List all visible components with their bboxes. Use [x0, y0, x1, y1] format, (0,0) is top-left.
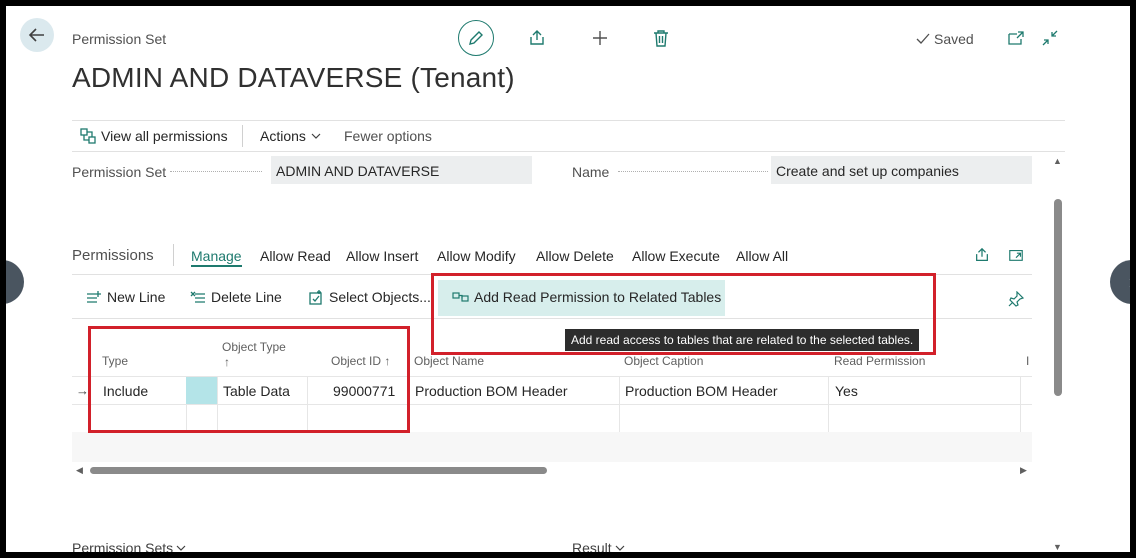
actions-label: Actions — [260, 128, 306, 144]
result-part[interactable]: Result — [572, 540, 625, 552]
select-objects-icon — [309, 290, 322, 305]
view-all-permissions-button[interactable]: View all permissions — [80, 128, 228, 144]
column-header-object-caption[interactable]: Object Caption — [624, 354, 703, 368]
delete-line-button[interactable]: Delete Line — [190, 289, 282, 305]
allow-read-button[interactable]: Allow Read — [260, 248, 331, 264]
new-button[interactable] — [590, 28, 610, 48]
column-header-read-permission[interactable]: Read Permission — [834, 354, 925, 368]
trash-icon — [654, 30, 668, 47]
delete-line-icon — [190, 291, 205, 303]
select-objects-label: Select Objects... — [329, 289, 431, 305]
new-line-icon — [87, 291, 101, 303]
saved-label: Saved — [934, 31, 974, 47]
new-line-button[interactable]: New Line — [86, 289, 165, 305]
permissions-icon — [80, 128, 96, 144]
column-divider — [1020, 376, 1021, 432]
divider — [242, 125, 243, 147]
pin-icon — [1008, 291, 1024, 307]
column-divider — [828, 376, 829, 432]
delete-button[interactable] — [651, 28, 671, 48]
open-new-window-button[interactable] — [1006, 28, 1026, 48]
back-button[interactable] — [20, 18, 54, 52]
chevron-down-icon — [615, 545, 625, 551]
fewer-options-button[interactable]: Fewer options — [344, 128, 432, 144]
name-label: Name — [572, 164, 610, 180]
annotation-box-add-read — [431, 273, 936, 355]
chevron-right-icon: › — [1129, 272, 1130, 293]
share-icon — [976, 247, 988, 261]
pin-button[interactable] — [1006, 289, 1026, 309]
horizontal-scrollbar[interactable] — [90, 467, 547, 474]
open-in-new-icon — [1008, 31, 1024, 45]
permission-sets-label: Permission Sets — [72, 540, 174, 552]
edit-button[interactable] — [458, 20, 494, 56]
result-label: Result — [572, 540, 612, 552]
chevron-down-icon — [311, 133, 321, 139]
actions-menu[interactable]: Actions — [260, 128, 321, 144]
plus-icon — [593, 31, 607, 45]
permissions-section-title: Permissions — [72, 247, 154, 264]
annotation-box-columns — [88, 326, 410, 433]
select-objects-button[interactable]: Select Objects... — [308, 289, 431, 305]
next-record-button[interactable]: › — [1110, 260, 1130, 304]
previous-record-button[interactable]: ‹ — [6, 260, 24, 304]
new-line-label: New Line — [107, 289, 166, 305]
grid-empty-area — [72, 432, 1032, 462]
scroll-right-icon[interactable]: ▶ — [1020, 465, 1027, 476]
arrow-left-icon — [28, 28, 44, 42]
permission-set-label: Permission Set — [72, 164, 167, 180]
chevron-down-icon — [176, 545, 186, 551]
scroll-up-icon[interactable]: ▲ — [1053, 156, 1062, 166]
fewer-options-label: Fewer options — [344, 128, 432, 144]
divider — [173, 244, 174, 266]
allow-modify-button[interactable]: Allow Modify — [437, 248, 516, 264]
saved-status: Saved — [916, 31, 974, 47]
tab-manage[interactable]: Manage — [191, 248, 242, 267]
expand-icon — [1009, 249, 1023, 261]
breadcrumb: Permission Set — [72, 31, 167, 47]
scroll-left-icon[interactable]: ◀ — [76, 465, 83, 476]
share-icon — [530, 30, 544, 45]
table-row-object-name[interactable]: Production BOM Header — [415, 383, 568, 399]
field-dots — [170, 170, 262, 172]
share-button[interactable] — [527, 28, 547, 48]
field-dots — [618, 170, 768, 172]
collapse-icon — [1042, 30, 1058, 46]
table-row-read-permission[interactable]: Yes — [835, 383, 858, 399]
allow-execute-button[interactable]: Allow Execute — [632, 248, 720, 264]
permission-set-field[interactable]: ADMIN AND DATAVERSE — [271, 156, 532, 184]
view-all-label: View all permissions — [101, 128, 228, 144]
check-icon — [916, 33, 930, 44]
collapse-button[interactable] — [1040, 28, 1060, 48]
action-bar: View all permissions Actions Fewer optio… — [72, 120, 1065, 152]
scroll-down-icon[interactable]: ▼ — [1053, 542, 1062, 552]
column-header-object-name[interactable]: Object Name — [414, 354, 484, 368]
delete-line-label: Delete Line — [211, 289, 282, 305]
permission-sets-part[interactable]: Permission Sets — [72, 540, 186, 552]
pencil-icon — [469, 31, 483, 45]
page-title: ADMIN AND DATAVERSE (Tenant) — [72, 62, 515, 93]
app-window: Permission Set ADMIN AND DATAVERSE (Tena… — [6, 6, 1130, 552]
share-part-button[interactable] — [972, 245, 992, 265]
column-divider — [619, 376, 620, 432]
expand-part-button[interactable] — [1006, 245, 1026, 265]
vertical-scrollbar[interactable] — [1054, 199, 1062, 396]
column-header-next[interactable]: I — [1026, 354, 1029, 368]
table-row-object-caption[interactable]: Production BOM Header — [625, 383, 778, 399]
allow-insert-button[interactable]: Allow Insert — [346, 248, 418, 264]
name-field[interactable]: Create and set up companies — [771, 156, 1032, 184]
allow-delete-button[interactable]: Allow Delete — [536, 248, 614, 264]
allow-all-button[interactable]: Allow All — [736, 248, 788, 264]
